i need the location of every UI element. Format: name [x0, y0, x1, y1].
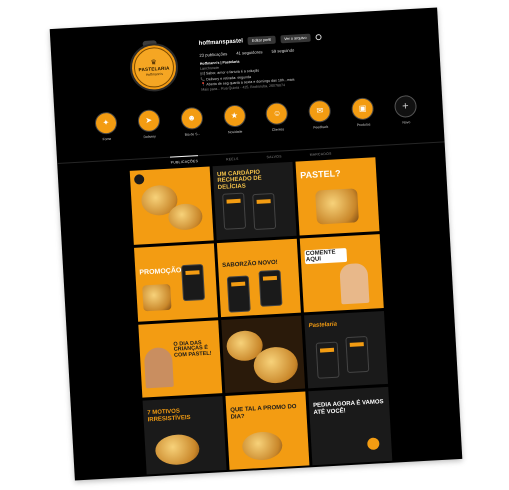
post-tile[interactable]: COMENTE AQUI [299, 233, 384, 312]
posts-count: 23 publicações [199, 51, 228, 58]
post-caption: PEDIA AGORA É VAMOS ATÉ VOCÊ! [312, 399, 384, 416]
food-image [315, 188, 359, 225]
highlight-label: Delivery [143, 134, 156, 140]
phone-mockup [226, 275, 251, 313]
post-tile[interactable]: QUE TAL A PROMO DO DIA? [225, 391, 310, 470]
tab-tagged[interactable]: MARCADOS [309, 149, 332, 160]
post-tile[interactable]: Pastelaria [304, 310, 389, 389]
bag-icon: ▣ [351, 97, 375, 121]
highlight-label: Feedback [313, 124, 329, 130]
post-tile[interactable] [221, 315, 306, 394]
highlight-label: Fome [102, 136, 112, 142]
post-caption: O DIA DAS CRIANÇAS É COM PASTEL! [173, 339, 212, 359]
post-caption: Pastelaria [308, 321, 338, 329]
child-photo [143, 346, 174, 388]
posts-grid: UM CARDÁPIO RECHEADO DE DELÍCIAS PASTEL?… [129, 157, 393, 475]
post-tile[interactable]: O DIA DAS CRIANÇAS É COM PASTEL! [138, 319, 223, 398]
tab-posts[interactable]: PUBLICAÇÕES [170, 155, 199, 168]
food-image [142, 283, 172, 312]
star-icon: ★ [222, 104, 246, 128]
view-archive-button[interactable]: Ver o arquivo [279, 33, 311, 44]
highlight-item[interactable]: ☻ Bia de S... [176, 106, 208, 149]
gear-icon[interactable] [315, 34, 322, 41]
post-tile[interactable]: UM CARDÁPIO RECHEADO DE DELÍCIAS [212, 161, 297, 240]
post-caption: COMENTE AQUI [304, 247, 348, 265]
bike-icon: ➤ [137, 109, 161, 133]
post-caption: QUE TAL A PROMO DO DIA? [230, 404, 297, 421]
highlight-item[interactable]: ▣ Produtos [347, 97, 379, 139]
post-tile[interactable]: PEDIA AGORA É VAMOS ATÉ VOCÊ! [308, 387, 393, 466]
highlight-item[interactable]: ✉ Feedback [304, 99, 336, 141]
tab-reels[interactable]: REELS [226, 154, 239, 165]
phone-mockup [252, 192, 277, 231]
person-photo [339, 262, 370, 305]
phone-mockup [181, 263, 206, 301]
post-tile[interactable]: PASTEL? [295, 157, 380, 236]
people-icon: ☻ [179, 106, 204, 130]
highlight-label: Novidade [227, 129, 243, 135]
post-tile[interactable] [129, 166, 214, 245]
people-icon: ☺ [265, 102, 289, 126]
food-image [154, 433, 201, 467]
post-tile[interactable]: 7 MOTIVOS IRRESISTÍVEIS [142, 396, 227, 475]
edit-profile-button[interactable]: Editar perfil [247, 35, 276, 46]
badge [133, 174, 145, 185]
profile-avatar[interactable]: ♛ PASTELARIA Hoffmann's [128, 42, 180, 93]
post-caption: UM CARDÁPIO RECHEADO DE DELÍCIAS [216, 169, 262, 191]
phone-mockup [222, 192, 247, 230]
logo: ♛ PASTELARIA Hoffmann's [132, 46, 176, 89]
highlight-item[interactable]: ➤ Delivery [133, 109, 165, 151]
photo-stage: ♛ PASTELARIA Hoffmann's hoffmanspastel E… [0, 0, 509, 490]
tab-saved[interactable]: SALVOS [266, 151, 282, 162]
post-caption: 7 MOTIVOS IRRESISTÍVEIS [147, 408, 191, 423]
followers-count[interactable]: 41 seguidores [236, 49, 263, 55]
fork-icon: ✦ [94, 111, 118, 135]
phone-mockup [345, 335, 370, 373]
food-image [241, 431, 284, 462]
phone-mockup [258, 269, 283, 307]
highlight-item[interactable]: ★ Novidade [219, 104, 251, 146]
post-tile[interactable]: SABORZÃO NOVO! [216, 238, 301, 317]
food-image [167, 202, 204, 231]
post-tile[interactable]: PROMOÇÃO [134, 243, 219, 322]
profile-info: hoffmanspastel Editar perfil Ver o arqui… [198, 26, 431, 93]
badge [367, 437, 380, 451]
highlight-label: Novo [402, 120, 411, 125]
post-caption: PASTEL? [299, 168, 341, 181]
highlight-item[interactable]: ✦ Fome [90, 111, 122, 153]
highlight-label: Produtos [356, 122, 371, 128]
chat-icon: ✉ [308, 99, 332, 123]
logo-subtext: Hoffmann's [145, 71, 163, 77]
following-count[interactable]: 59 seguindo [271, 48, 294, 54]
post-caption: SABORZÃO NOVO! [221, 259, 278, 269]
plus-icon: + [393, 94, 418, 119]
username: hoffmanspastel [198, 38, 244, 47]
highlight-label: Bia de S... [184, 131, 201, 137]
highlight-item-new[interactable]: + Novo [390, 94, 422, 137]
phone-mockup [315, 341, 340, 379]
instagram-profile-screen: ♛ PASTELARIA Hoffmann's hoffmanspastel E… [49, 7, 463, 481]
highlight-item[interactable]: ☺ Clientes [262, 102, 294, 144]
highlight-label: Clientes [271, 127, 285, 132]
